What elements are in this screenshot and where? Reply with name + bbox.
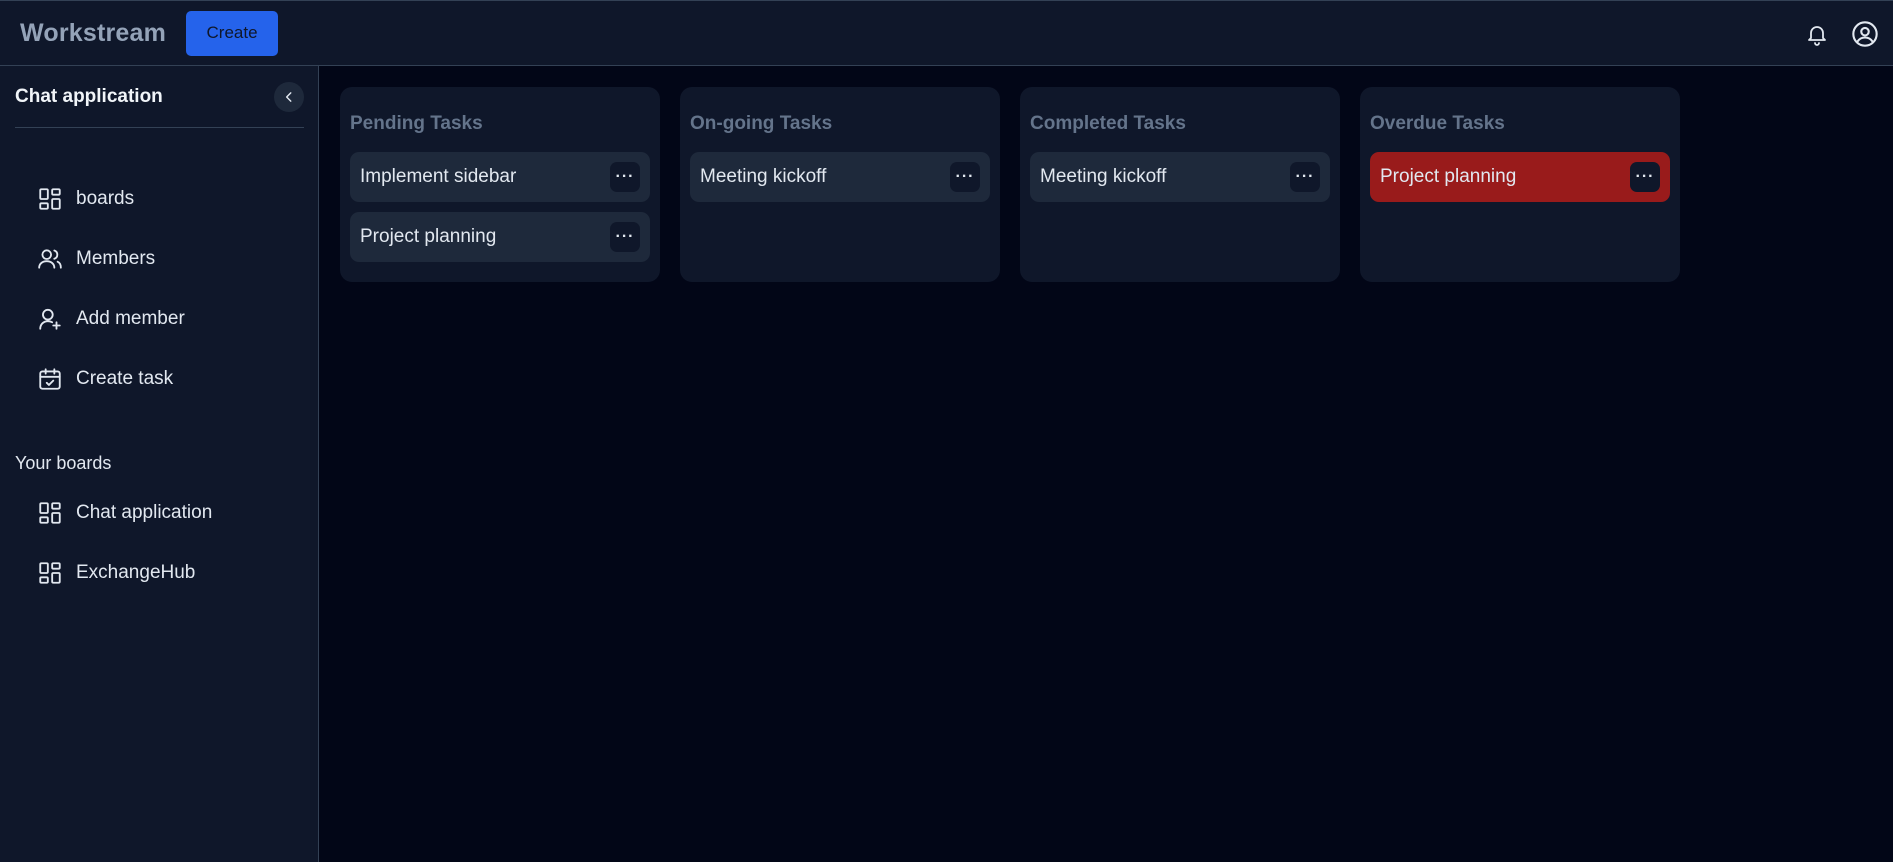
more-options-icon[interactable]: ··· bbox=[610, 162, 640, 192]
collapse-sidebar-button[interactable] bbox=[274, 81, 304, 112]
sidebar-board-chat-application[interactable]: Chat application bbox=[37, 496, 212, 530]
task-card[interactable]: Project planning ··· bbox=[1370, 152, 1670, 202]
column-pending: Pending Tasks Implement sidebar ··· Proj… bbox=[340, 87, 660, 282]
sidebar-item-label: Members bbox=[76, 248, 156, 269]
your-boards-heading: Your boards bbox=[15, 453, 112, 473]
grid-icon bbox=[39, 562, 61, 584]
sidebar-item-boards[interactable]: boards bbox=[37, 182, 134, 216]
more-options-icon[interactable]: ··· bbox=[1290, 162, 1320, 192]
sidebar-board-exchangehub[interactable]: ExchangeHub bbox=[37, 556, 195, 590]
top-bar: Workstream Create bbox=[0, 0, 1893, 66]
task-title: Implement sidebar bbox=[360, 166, 517, 187]
task-card[interactable]: Meeting kickoff ··· bbox=[1030, 152, 1330, 202]
column-overdue: Overdue Tasks Project planning ··· bbox=[1360, 87, 1680, 282]
more-options-icon[interactable]: ··· bbox=[1630, 162, 1660, 192]
task-title: Project planning bbox=[360, 226, 497, 247]
top-actions bbox=[1802, 1, 1880, 67]
create-button[interactable]: Create bbox=[186, 10, 279, 56]
task-card[interactable]: Meeting kickoff ··· bbox=[690, 152, 990, 202]
more-options-icon[interactable]: ··· bbox=[610, 222, 640, 252]
task-title: Meeting kickoff bbox=[1040, 166, 1167, 187]
sidebar-item-create-task[interactable]: Create task bbox=[37, 362, 173, 396]
user-plus-icon bbox=[39, 308, 61, 330]
bell-icon[interactable] bbox=[1802, 19, 1832, 49]
sidebar-item-label: boards bbox=[76, 188, 135, 209]
grid-icon bbox=[39, 188, 61, 210]
current-board-title: Chat application bbox=[15, 85, 163, 107]
task-title: Meeting kickoff bbox=[700, 166, 827, 187]
user-circle-icon[interactable] bbox=[1850, 19, 1880, 49]
column-ongoing: On-going Tasks Meeting kickoff ··· bbox=[680, 87, 1000, 282]
sidebar: Chat application boards Members Add memb… bbox=[0, 66, 319, 862]
column-completed: Completed Tasks Meeting kickoff ··· bbox=[1020, 87, 1340, 282]
column-title: Overdue Tasks bbox=[1370, 113, 1505, 134]
sidebar-item-add-member[interactable]: Add member bbox=[37, 302, 185, 336]
sidebar-item-label: Create task bbox=[76, 368, 174, 389]
more-options-icon[interactable]: ··· bbox=[950, 162, 980, 192]
task-title: Project planning bbox=[1380, 166, 1517, 187]
sidebar-item-label: Add member bbox=[76, 308, 185, 329]
users-icon bbox=[38, 249, 62, 269]
column-title: On-going Tasks bbox=[690, 113, 833, 134]
column-title: Completed Tasks bbox=[1030, 113, 1186, 134]
column-title: Pending Tasks bbox=[350, 113, 483, 134]
task-card[interactable]: Project planning ··· bbox=[350, 212, 650, 262]
sidebar-board-label: Chat application bbox=[76, 502, 213, 523]
sidebar-board-label: ExchangeHub bbox=[76, 562, 196, 583]
grid-icon bbox=[39, 502, 61, 524]
calendar-check-icon bbox=[39, 368, 61, 390]
sidebar-item-members[interactable]: Members bbox=[37, 242, 155, 276]
chevron-left-icon bbox=[285, 91, 292, 102]
sidebar-header: Chat application bbox=[15, 66, 304, 128]
task-card[interactable]: Implement sidebar ··· bbox=[350, 152, 650, 202]
app-brand[interactable]: Workstream bbox=[20, 19, 166, 48]
